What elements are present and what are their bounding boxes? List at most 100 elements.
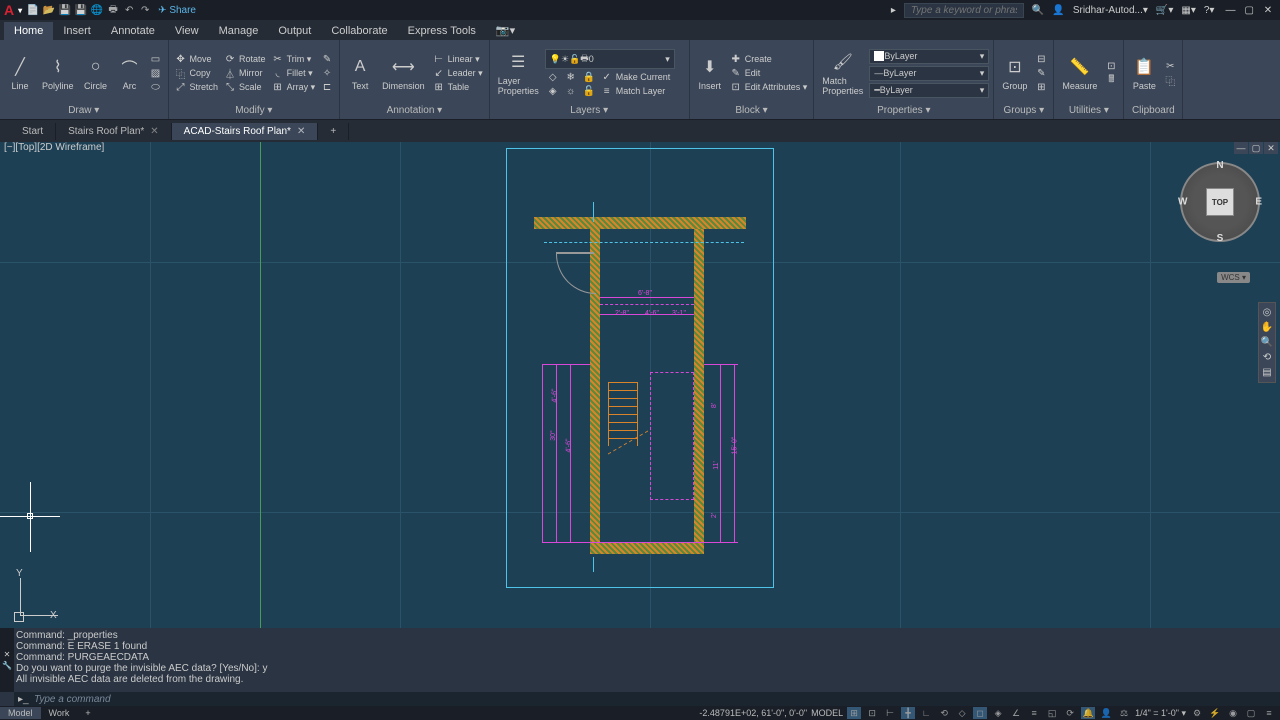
tab-home[interactable]: Home — [4, 22, 53, 40]
match-properties-button[interactable]: 🖌Match Properties — [818, 48, 867, 98]
layer-iso-button[interactable]: ◈ — [545, 85, 561, 97]
quick-calc-button[interactable]: 🖩 — [1103, 74, 1119, 86]
layer-unlock-button[interactable]: 🔓 — [581, 85, 597, 97]
file-tab-start[interactable]: Start — [10, 123, 56, 140]
snap-toggle[interactable]: ⊡ — [865, 707, 879, 719]
steering-wheel-icon[interactable]: ◎ — [1263, 307, 1272, 318]
annotation-scale-toggle[interactable]: 👤 — [1099, 707, 1113, 719]
user-menu[interactable]: Sridhar-Autod...▾ — [1073, 5, 1148, 16]
orbit-icon[interactable]: ⟲ — [1263, 352, 1271, 363]
ortho-toggle[interactable]: ∟ — [919, 707, 933, 719]
copy-button[interactable]: ⿻Copy — [173, 67, 221, 79]
canvas-max-button[interactable]: ▢ — [1249, 142, 1263, 154]
linear-button[interactable]: ⊢Linear ▾ — [431, 53, 485, 65]
undo-icon[interactable]: ↶ — [122, 3, 136, 17]
group-select-button[interactable]: ⊞ — [1033, 81, 1049, 93]
new-tab-button[interactable]: + — [318, 123, 349, 140]
panel-title-draw[interactable]: Draw ▾ — [4, 104, 164, 117]
tab-insert[interactable]: Insert — [53, 22, 101, 40]
insert-button[interactable]: ⬇Insert — [694, 53, 726, 93]
app-switcher-icon[interactable]: ▦▾ — [1181, 5, 1195, 16]
trim-button[interactable]: ✂Trim ▾ — [270, 53, 318, 65]
redo-icon[interactable]: ↷ — [138, 3, 152, 17]
text-button[interactable]: AText — [344, 53, 376, 93]
copy-clip-button[interactable]: ⿻ — [1162, 74, 1178, 86]
dimension-button[interactable]: ⟷Dimension — [378, 53, 429, 93]
pan-icon[interactable]: ✋ — [1261, 322, 1273, 333]
panel-title-annotation[interactable]: Annotation ▾ — [344, 104, 485, 117]
select-all-button[interactable]: ⊡ — [1103, 60, 1119, 72]
panel-title-modify[interactable]: Modify ▾ — [173, 104, 336, 117]
linetype-dropdown[interactable]: ━ ByLayer▾ — [869, 83, 989, 98]
ungroup-button[interactable]: ⊟ — [1033, 53, 1049, 65]
cut-button[interactable]: ✂ — [1162, 60, 1178, 72]
viewport-label[interactable]: [−][Top][2D Wireframe] — [4, 142, 104, 153]
work-tab[interactable]: Work — [41, 707, 78, 719]
tab-view[interactable]: View — [165, 22, 209, 40]
close-button[interactable]: ✕ — [1260, 5, 1276, 16]
workspace-switch-icon[interactable]: ⚙ — [1190, 707, 1204, 719]
annotation-monitor-toggle[interactable]: 🔔 — [1081, 707, 1095, 719]
stretch-button[interactable]: ⤢Stretch — [173, 81, 221, 93]
hardware-accel-toggle[interactable]: ⚡ — [1208, 707, 1222, 719]
infer-toggle[interactable]: ⊢ — [883, 707, 897, 719]
layer-freeze-button[interactable]: ❄ — [563, 71, 579, 83]
layer-lock-button[interactable]: 🔒 — [581, 71, 597, 83]
viewcube-south[interactable]: S — [1217, 233, 1224, 244]
array-button[interactable]: ⊞Array ▾ — [270, 81, 318, 93]
minimize-button[interactable]: — — [1222, 5, 1238, 16]
panel-title-block[interactable]: Block ▾ — [694, 104, 810, 117]
transparency-toggle[interactable]: ◱ — [1045, 707, 1059, 719]
tab-collaborate[interactable]: Collaborate — [321, 22, 397, 40]
search-input[interactable] — [904, 3, 1024, 18]
customize-button[interactable]: ≡ — [1262, 707, 1276, 719]
plot-icon[interactable]: 🖶 — [106, 3, 120, 17]
saveas-icon[interactable]: 💾 — [74, 3, 88, 17]
fillet-button[interactable]: ◟Fillet ▾ — [270, 67, 318, 79]
annotation-scale-display[interactable]: 1/4" = 1'-0" ▾ — [1135, 708, 1186, 719]
wcs-dropdown[interactable]: WCS ▾ — [1217, 272, 1250, 283]
cycling-toggle[interactable]: ⟳ — [1063, 707, 1077, 719]
menu-icon[interactable]: ▾ — [18, 6, 22, 15]
paste-button[interactable]: 📋Paste — [1128, 53, 1160, 93]
lineweight-dropdown[interactable]: — ByLayer▾ — [869, 66, 989, 81]
help-icon[interactable]: ?▾ — [1204, 5, 1215, 16]
close-tab-icon[interactable]: ✕ — [297, 126, 305, 137]
model-space-button[interactable]: MODEL — [811, 708, 843, 718]
scale-button[interactable]: ⤡Scale — [222, 81, 268, 93]
tab-express[interactable]: Express Tools — [398, 22, 486, 40]
file-tab-1[interactable]: Stairs Roof Plan*✕ — [56, 123, 172, 140]
grid-toggle[interactable]: ⊞ — [847, 707, 861, 719]
mirror-button[interactable]: ⏃Mirror — [222, 67, 268, 79]
rect-button[interactable]: ▭ — [148, 53, 164, 65]
annotation-visibility-toggle[interactable]: ⚖ — [1117, 707, 1131, 719]
layer-properties-button[interactable]: ☰Layer Properties — [494, 48, 543, 98]
save-icon[interactable]: 💾 — [58, 3, 72, 17]
otrack-toggle[interactable]: ∠ — [1009, 707, 1023, 719]
group-edit-button[interactable]: ✎ — [1033, 67, 1049, 79]
panel-title-groups[interactable]: Groups ▾ — [998, 104, 1049, 117]
command-handle[interactable]: ✕🔧 — [0, 628, 14, 692]
more-draw-button[interactable]: ⬭ — [148, 81, 164, 93]
view-cube[interactable]: TOP N S E W — [1180, 162, 1260, 242]
share-button[interactable]: ✈ Share — [158, 5, 196, 16]
arc-button[interactable]: ⌒Arc — [114, 53, 146, 93]
hatch-button[interactable]: ▨ — [148, 67, 164, 79]
color-dropdown[interactable]: ByLayer▾ — [869, 49, 989, 64]
cart-icon[interactable]: 🛒▾ — [1156, 5, 1173, 16]
viewcube-west[interactable]: W — [1178, 197, 1187, 208]
viewcube-north[interactable]: N — [1216, 160, 1223, 171]
panel-title-layers[interactable]: Layers ▾ — [494, 104, 685, 117]
leader-button[interactable]: ↙Leader ▾ — [431, 67, 485, 79]
close-tab-icon[interactable]: ✕ — [150, 126, 158, 137]
isodraft-toggle[interactable]: ◇ — [955, 707, 969, 719]
canvas-min-button[interactable]: — — [1234, 142, 1248, 154]
model-tab[interactable]: Model — [0, 707, 41, 719]
tab-output[interactable]: Output — [268, 22, 321, 40]
layer-thaw-button[interactable]: ☼ — [563, 85, 579, 97]
group-button[interactable]: ⊡Group — [998, 53, 1031, 93]
edit-block-button[interactable]: ✎Edit — [728, 67, 810, 79]
canvas-close-button[interactable]: ✕ — [1264, 142, 1278, 154]
close-icon[interactable]: ✕ — [4, 650, 11, 659]
offset-button[interactable]: ⊏ — [319, 81, 335, 93]
